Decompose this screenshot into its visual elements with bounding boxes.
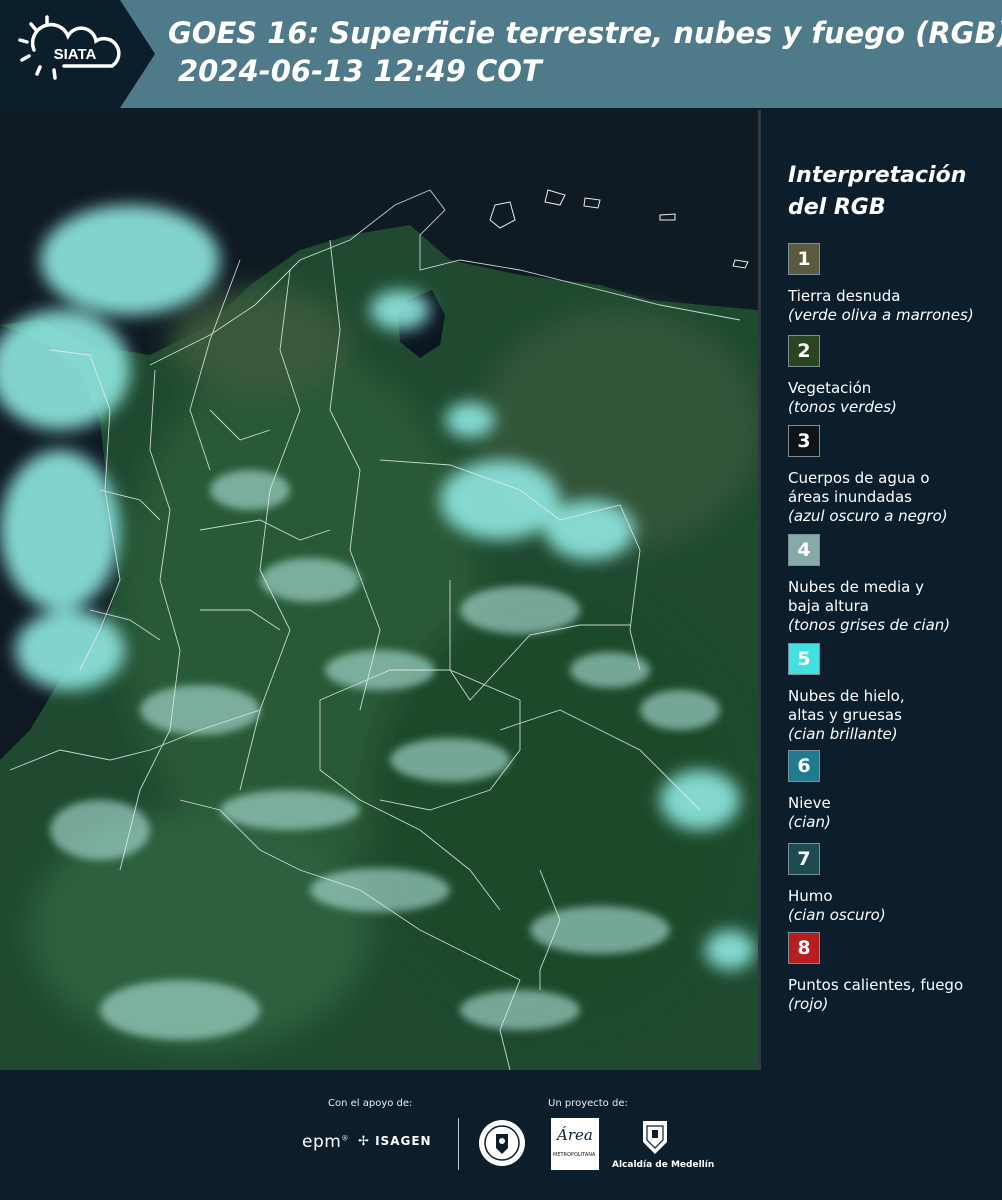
legend-panel: Interpretación del RGB — [788, 160, 998, 224]
legend-item-6: 6 Nieve (cian) — [788, 750, 998, 832]
legend-item-1: 1 Tierra desnuda (verde oliva a marrones) — [788, 243, 998, 325]
legend-label-line: Tierra desnuda — [788, 287, 901, 305]
legend-swatch-2: 2 — [788, 335, 820, 367]
map-border — [758, 110, 761, 1070]
legend-description: (tonos grises de cian) — [788, 616, 951, 634]
satellite-map — [0, 110, 758, 1070]
legend-label-line: altas y gruesas — [788, 706, 902, 724]
legend-label-line: Nubes de hielo, — [788, 687, 905, 705]
legend-description: (cian oscuro) — [788, 906, 886, 924]
legend-item-2: 2 Vegetación (tonos verdes) — [788, 335, 998, 417]
legend-label: Humo (cian oscuro) — [788, 887, 998, 925]
isagen-logo: ✢ ISAGEN — [358, 1134, 432, 1149]
legend-description: (tonos verdes) — [788, 398, 897, 416]
legend-label-line: Vegetación — [788, 379, 872, 397]
page-title: GOES 16: Superficie terrestre, nubes y f… — [168, 14, 1002, 90]
legend-label: Vegetación (tonos verdes) — [788, 379, 998, 417]
legend-title-line-1: Interpretación — [788, 163, 967, 188]
legend-item-8: 8 Puntos calientes, fuego (rojo) — [788, 932, 998, 1014]
legend-label-line: baja altura — [788, 597, 869, 615]
legend-label-line: áreas inundadas — [788, 488, 912, 506]
legend-item-3: 3 Cuerpos de agua o áreas inundadas (azul o… — [788, 425, 998, 526]
legend-label: Puntos calientes, fuego (rojo) — [788, 976, 998, 1014]
legend-label: Nubes de hielo, altas y gruesas (cian bril… — [788, 687, 998, 744]
isagen-logo-text: ISAGEN — [375, 1134, 432, 1148]
legend-description: (rojo) — [788, 995, 829, 1013]
footer: Con el apoyo de: Un proyecto de: epm® ✢ … — [0, 1070, 1002, 1200]
legend-label: Nubes de media y baja altura (tonos grises… — [788, 578, 998, 635]
legend-swatch-3: 3 — [788, 425, 820, 457]
legend-item-7: 7 Humo (cian oscuro) — [788, 843, 998, 925]
legend-description: (verde oliva a marrones) — [788, 306, 974, 324]
legend-title-line-2: del RGB — [788, 195, 886, 220]
legend-swatch-1: 1 — [788, 243, 820, 275]
support-label: Con el apoyo de: — [328, 1098, 413, 1109]
legend-label: Cuerpos de agua o áreas inundadas (azul os… — [788, 469, 998, 526]
legend-label-line: Nubes de media y — [788, 578, 924, 596]
project-label: Un proyecto de: — [548, 1098, 628, 1109]
header-bar: SIATA GOES 16: Superficie terrestre, nub… — [0, 0, 1002, 108]
medellin-seal-icon — [479, 1120, 525, 1166]
footer-divider — [458, 1118, 459, 1170]
legend-swatch-7: 7 — [788, 843, 820, 875]
legend-description: (azul oscuro a negro) — [788, 507, 948, 525]
legend-item-5: 5 Nubes de hielo, altas y gruesas (cian bri… — [788, 643, 998, 744]
satellite-map-image — [0, 110, 758, 1070]
area-logo-text: Área — [557, 1126, 593, 1144]
area-metropolitana-logo: Área METROPOLITANA — [551, 1118, 599, 1170]
epm-logo-text: epm — [302, 1132, 342, 1152]
legend-label-line: Puntos calientes, fuego — [788, 976, 964, 994]
legend-item-4: 4 Nubes de media y baja altura (tonos grise… — [788, 534, 998, 635]
siata-logo: SIATA — [0, 0, 155, 108]
legend-label-line: Nieve — [788, 794, 831, 812]
legend-label: Nieve (cian) — [788, 794, 998, 832]
legend-description: (cian brillante) — [788, 725, 898, 743]
alcaldia-label: Alcaldía de Medellín — [612, 1160, 715, 1170]
legend-label-line: Cuerpos de agua o — [788, 469, 930, 487]
area-logo-sub: METROPOLITANA — [553, 1152, 596, 1158]
legend-swatch-6: 6 — [788, 750, 820, 782]
legend-description: (cian) — [788, 813, 831, 831]
legend-swatch-8: 8 — [788, 932, 820, 964]
legend-swatch-4: 4 — [788, 534, 820, 566]
legend-title: Interpretación del RGB — [788, 160, 998, 224]
legend-label: Tierra desnuda (verde oliva a marrones) — [788, 287, 998, 325]
title-timestamp: 2024-06-13 12:49 COT — [178, 54, 542, 88]
siata-logo-text: SIATA — [54, 46, 97, 63]
legend-label-line: Humo — [788, 887, 833, 905]
title-line-1: GOES 16: Superficie terrestre, nubes y f… — [168, 16, 1002, 50]
epm-logo: epm® — [302, 1132, 349, 1152]
isagen-mark-icon: ✢ — [358, 1134, 370, 1149]
alcaldia-coat-of-arms-icon — [643, 1121, 667, 1154]
legend-swatch-5: 5 — [788, 643, 820, 675]
